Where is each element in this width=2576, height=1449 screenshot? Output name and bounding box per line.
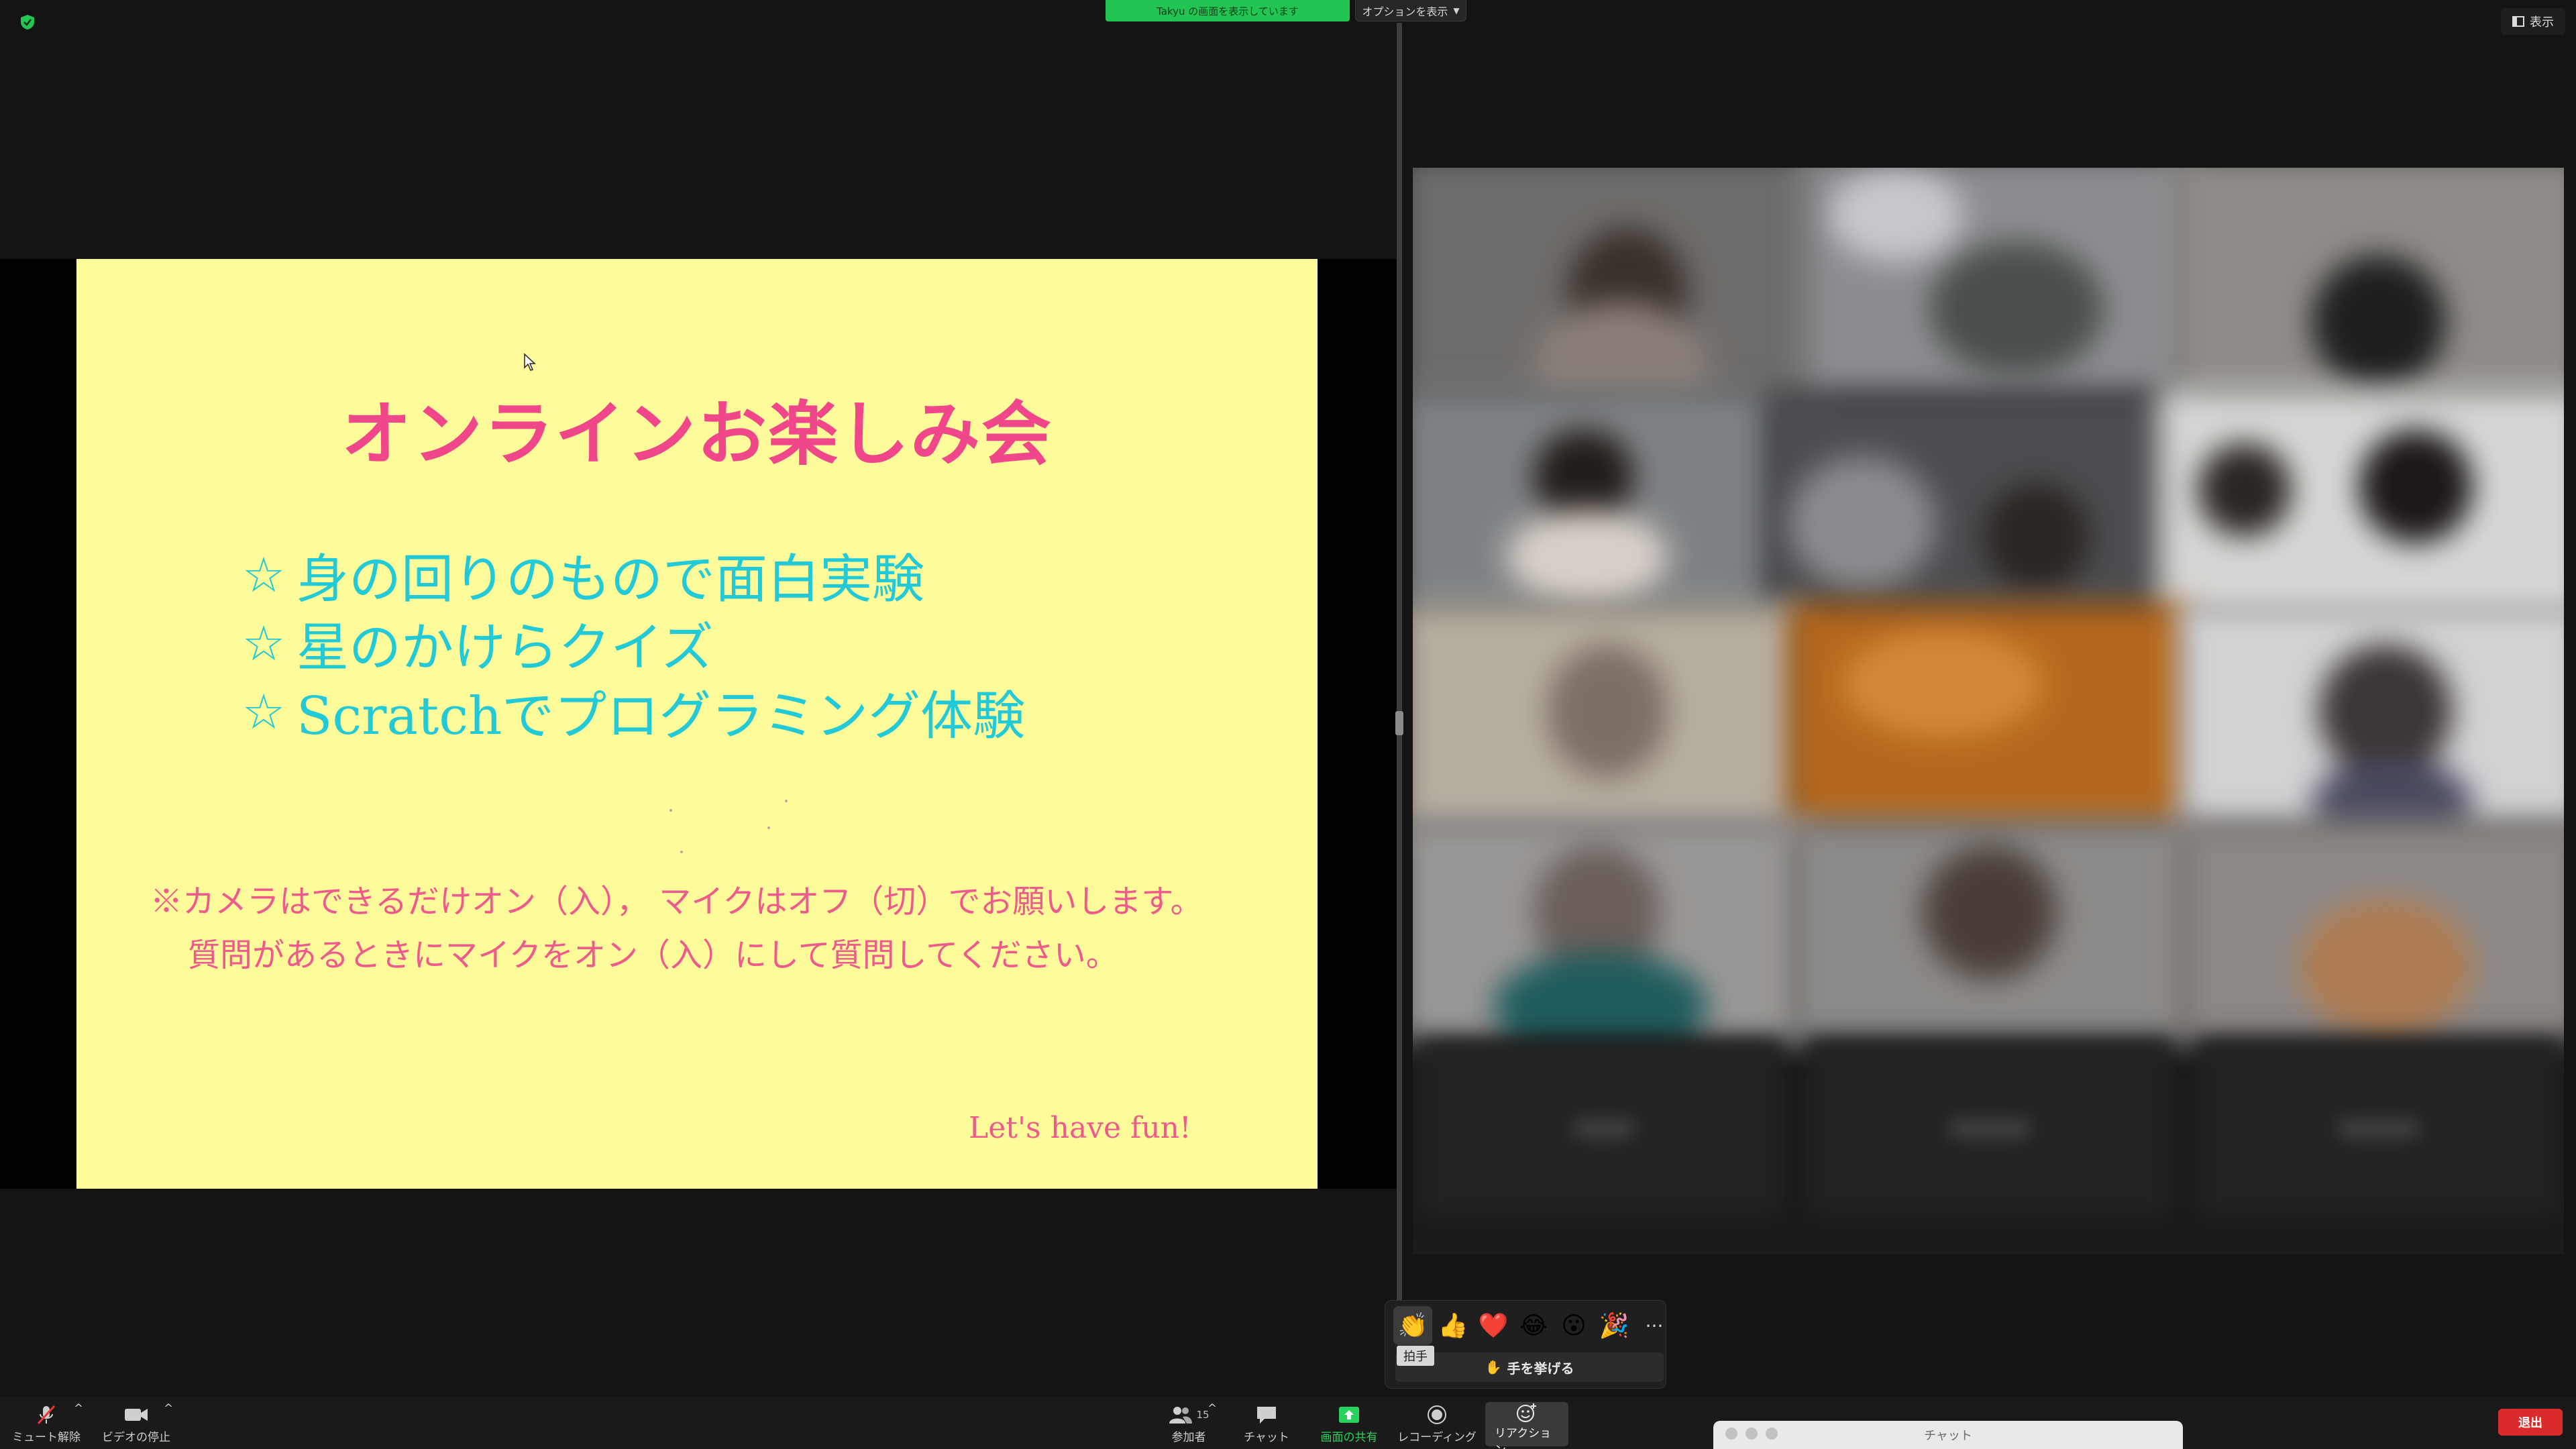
view-button[interactable]: 表示	[2501, 8, 2565, 35]
record-button[interactable]: レコーディング	[1395, 1402, 1479, 1446]
raise-hand-label: 手を挙げる	[1507, 1360, 1574, 1377]
reactions-label: リアクション	[1495, 1427, 1552, 1449]
chat-window-title: チャット	[1924, 1429, 1972, 1443]
zoom-meeting-window: オンラインお楽しみ会 ☆ 身の回りのもので面白実験 ☆ 星のかけらクイズ ☆ S…	[0, 0, 2576, 1449]
participant-video-tile[interactable]	[1788, 818, 2191, 1040]
raise-hand-button[interactable]: ✋ 手を挙げる	[1395, 1352, 1664, 1382]
share-screen-button[interactable]: 画面の共有	[1312, 1402, 1386, 1446]
unmute-button[interactable]: ミュート解除	[9, 1402, 83, 1446]
slide-item: ☆ 星のかけらクイズ	[237, 609, 1025, 678]
star-icon: ☆	[241, 684, 286, 740]
shared-screen-pane: オンラインお楽しみ会 ☆ 身の回りのもので面白実験 ☆ 星のかけらクイズ ☆ S…	[0, 0, 1397, 1395]
participants-options-caret[interactable]: ^	[1208, 1402, 1217, 1446]
thumbs-up-icon[interactable]: 👍	[1434, 1306, 1472, 1345]
reaction-tooltip: 拍手	[1397, 1346, 1434, 1366]
decor-dot	[669, 809, 672, 812]
open-mouth-icon[interactable]: 😮	[1554, 1306, 1593, 1345]
chevron-down-icon: ▼	[1453, 5, 1460, 15]
participant-name-tile[interactable]	[1419, 1040, 1782, 1214]
presentation-slide: オンラインお楽しみ会 ☆ 身の回りのもので面白実験 ☆ 星のかけらクイズ ☆ S…	[76, 259, 1318, 1189]
view-button-label: 表示	[2530, 15, 2554, 30]
decor-dot	[785, 800, 788, 802]
participant-video-tile[interactable]	[1802, 168, 2191, 402]
slide-note-line: ※カメラはできるだけオン（入）， マイクはオフ（切）でお願いします。	[150, 883, 1203, 920]
view-options-label: オプションを表示	[1362, 5, 1448, 18]
video-camera-icon	[125, 1409, 148, 1421]
share-screen-icon	[1339, 1407, 1359, 1423]
participant-video-tile[interactable]	[2171, 168, 2564, 402]
participant-video-tile[interactable]	[1762, 389, 2178, 617]
leave-meeting-button[interactable]: 退出	[2498, 1409, 2563, 1436]
party-popper-icon[interactable]: 🎉	[1595, 1306, 1633, 1345]
view-options-dropdown[interactable]: オプションを表示 ▼	[1355, 0, 1466, 21]
decor-dot	[767, 826, 770, 829]
participant-gallery	[1413, 168, 2564, 1254]
slide-item-list: ☆ 身の回りのもので面白実験 ☆ 星のかけらクイズ ☆ Scratchでプログラ…	[237, 541, 1025, 747]
microphone-muted-icon	[37, 1405, 56, 1425]
unmute-label: ミュート解除	[12, 1431, 80, 1444]
slide-item-text: 身の回りのもので面白実験	[297, 549, 925, 610]
more-reactions-icon[interactable]: ···	[1635, 1306, 1674, 1345]
participant-video-tile[interactable]	[1788, 604, 2191, 832]
audio-options-caret[interactable]: ^	[74, 1402, 83, 1446]
heart-icon[interactable]: ❤️	[1474, 1306, 1513, 1345]
record-label: レコーディング	[1397, 1431, 1477, 1444]
share-screen-label: 画面の共有	[1320, 1431, 1378, 1444]
participants-label: 参加者	[1171, 1431, 1206, 1444]
stop-video-label: ビデオの停止	[102, 1431, 170, 1444]
tears-of-joy-icon[interactable]: 😂	[1514, 1306, 1553, 1345]
slide-footer: Let's have fun!	[969, 1111, 1191, 1145]
smiley-plus-icon	[1517, 1403, 1536, 1422]
star-icon: ☆	[241, 547, 286, 603]
chat-window[interactable]: チャット	[1713, 1421, 2183, 1449]
reactions-button[interactable]: リアクション	[1485, 1402, 1568, 1449]
raised-hand-icon: ✋	[1485, 1359, 1502, 1375]
star-icon: ☆	[241, 615, 286, 672]
slide-item: ☆ 身の回りのもので面白実験	[237, 541, 1025, 610]
chat-button[interactable]: チャット	[1233, 1402, 1300, 1446]
shield-check-icon[interactable]	[19, 13, 36, 31]
chat-bubble-icon	[1257, 1407, 1276, 1424]
stop-video-button[interactable]: ビデオの停止	[99, 1402, 173, 1446]
participant-video-tile[interactable]	[1413, 389, 1782, 617]
participant-video-tile[interactable]	[1413, 168, 1822, 402]
record-icon	[1428, 1405, 1446, 1424]
participant-video-tile[interactable]	[2178, 818, 2564, 1040]
slide-title: オンラインお楽しみ会	[341, 393, 1053, 475]
clapping-hands-icon[interactable]: 👏	[1393, 1306, 1432, 1345]
meeting-toolbar: ミュート解除 ^ ビデオの停止 ^ 15 参加者 ^ チャット 画面の共有 レコ…	[0, 1397, 2576, 1449]
slide-item-text: Scratchでプログラミング体験	[297, 686, 1026, 747]
screen-sharing-banner: Takyu の画面を表示しています	[1106, 0, 1350, 21]
participant-name-tile[interactable]	[2198, 1040, 2560, 1214]
participant-video-tile[interactable]	[1413, 818, 1802, 1040]
participant-video-tile[interactable]	[2178, 604, 2564, 832]
participant-video-tile[interactable]	[1413, 604, 1802, 832]
chat-label: チャット	[1244, 1431, 1289, 1444]
slide-note-line: 質問があるときにマイクをオン（入）にして質問してください。	[188, 936, 1118, 974]
mouse-cursor-icon	[524, 353, 536, 371]
video-options-caret[interactable]: ^	[164, 1402, 173, 1446]
slide-item-text: 星のかけらクイズ	[297, 618, 714, 678]
participant-video-tile[interactable]	[2157, 389, 2564, 617]
split-view-divider[interactable]	[1397, 23, 1402, 1301]
participants-icon	[1169, 1407, 1193, 1424]
layout-icon	[2512, 16, 2524, 27]
divider-drag-handle[interactable]	[1395, 711, 1403, 735]
reaction-emoji-row: 👏 👍 ❤️ 😂 😮 🎉 ···	[1393, 1306, 1674, 1345]
slide-note: ※カメラはできるだけオン（入）， マイクはオフ（切）でお願いします。 質問がある…	[150, 875, 1291, 982]
participant-name-tile[interactable]	[1809, 1040, 2171, 1214]
slide-item: ☆ Scratchでプログラミング体験	[237, 678, 1025, 747]
decor-dot	[680, 851, 683, 853]
